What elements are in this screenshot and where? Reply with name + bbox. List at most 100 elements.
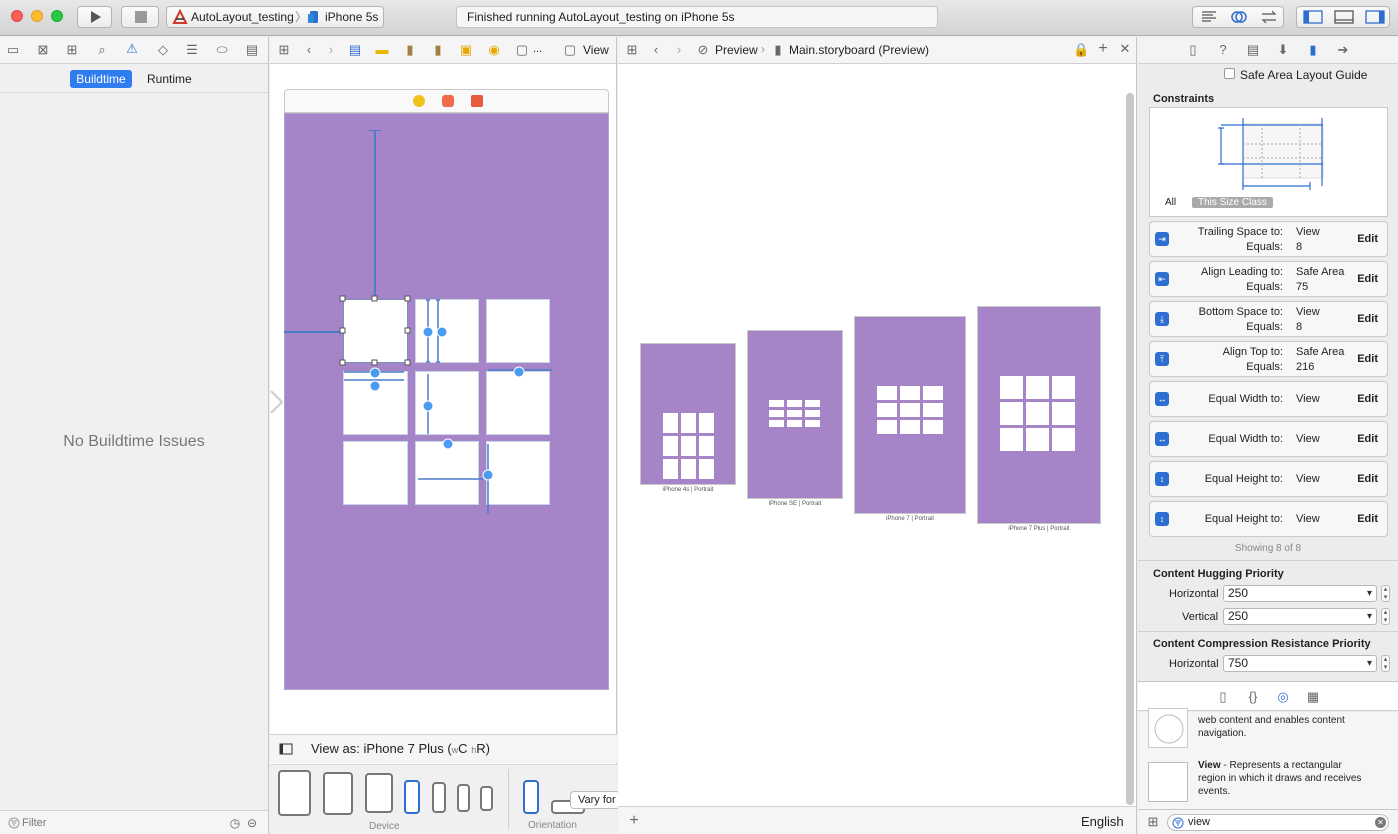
related-items-icon[interactable]: ⊞ xyxy=(276,42,292,58)
report-icon[interactable]: ▤ xyxy=(244,42,260,58)
forward-arrow-icon[interactable]: › xyxy=(323,42,339,58)
iphone-7-icon[interactable] xyxy=(432,782,446,813)
stop-button[interactable] xyxy=(121,6,159,28)
leading-constraint-line[interactable] xyxy=(284,331,344,333)
close-editor-icon[interactable]: ✕ xyxy=(1117,41,1133,57)
add-preview-device-icon[interactable]: + xyxy=(626,813,642,829)
library-item-webkit-view[interactable]: web content and enables content navigati… xyxy=(1138,708,1398,760)
media-library-icon[interactable]: ▦ xyxy=(1305,689,1321,705)
file-template-icon[interactable]: ▯ xyxy=(1215,689,1231,705)
issues-only-filter-icon[interactable]: ⊝ xyxy=(244,815,260,831)
project-file-icon[interactable]: ▤ xyxy=(347,42,363,58)
library-search-field[interactable]: view ✕ xyxy=(1167,814,1389,831)
ipad-icon[interactable] xyxy=(365,773,393,813)
grid-view-icon[interactable]: ⊞ xyxy=(1145,814,1161,830)
constraint-row[interactable]: ⤒ Align Top to: Safe Area Equals: 216 Edit xyxy=(1149,341,1388,377)
compression-horizontal-select[interactable]: 750 xyxy=(1223,655,1377,672)
vary-for-traits-button[interactable]: Vary for xyxy=(570,791,620,809)
top-constraint-line[interactable] xyxy=(374,130,376,298)
constraint-row[interactable]: ⇥ Trailing Space to: View Equals: 8 Edit xyxy=(1149,221,1388,257)
view-controller-icon[interactable]: ◉ xyxy=(486,42,502,58)
forward-arrow-icon[interactable]: › xyxy=(671,42,687,58)
constraint-row[interactable]: ↕ Equal Height to: View Edit xyxy=(1149,461,1388,497)
source-control-icon[interactable]: ⊠ xyxy=(35,42,51,58)
assistant-editor-icon[interactable] xyxy=(1229,9,1249,25)
view-icon[interactable]: ▢ xyxy=(514,42,530,58)
jump-preview-label[interactable]: Preview xyxy=(715,43,758,57)
debug-area-toggle-icon[interactable] xyxy=(1333,9,1355,25)
recent-filter-icon[interactable]: ◷ xyxy=(227,815,243,831)
storyboard-file-icon[interactable]: ▮ xyxy=(770,42,786,58)
add-editor-icon[interactable]: + xyxy=(1095,41,1111,57)
iphone-se-icon[interactable] xyxy=(457,784,470,812)
ipad-pro-10-icon[interactable] xyxy=(323,772,353,815)
preview-icon[interactable]: ⊘ xyxy=(695,42,711,58)
buildtime-tab[interactable]: Buildtime xyxy=(70,70,132,88)
iphone-7-plus-icon[interactable] xyxy=(404,780,420,814)
compression-horizontal-stepper[interactable]: ▴ ▾ xyxy=(1381,655,1390,672)
connections-inspector-icon[interactable]: ➔ xyxy=(1335,42,1351,58)
minimize-window-button[interactable] xyxy=(31,10,43,22)
attributes-inspector-icon[interactable]: ⬇ xyxy=(1275,42,1291,58)
constraint-edit-button[interactable]: Edit xyxy=(1357,233,1378,245)
view-as-bar[interactable]: View as: iPhone 7 Plus (wC hR) xyxy=(270,734,617,763)
constraint-row[interactable]: ↔ Equal Width to: View Edit xyxy=(1149,381,1388,417)
back-arrow-icon[interactable]: ‹ xyxy=(648,42,664,58)
hugging-vertical-select[interactable]: 250 xyxy=(1223,608,1377,625)
folder-icon[interactable]: ▭ xyxy=(5,42,21,58)
iphone-4s-icon[interactable] xyxy=(480,786,493,811)
debug-navigator-icon[interactable]: ☰ xyxy=(184,42,200,58)
back-arrow-icon[interactable]: ‹ xyxy=(301,42,317,58)
hugging-horizontal-select[interactable]: 250 xyxy=(1223,585,1377,602)
hugging-horizontal-stepper[interactable]: ▴ ▾ xyxy=(1381,585,1390,602)
ipad-pro-12-icon[interactable] xyxy=(278,770,311,816)
constraint-row[interactable]: ↔ Equal Width to: View Edit xyxy=(1149,421,1388,457)
constraint-edit-button[interactable]: Edit xyxy=(1357,513,1378,525)
scene-icon[interactable]: ▣ xyxy=(458,42,474,58)
constraint-edit-button[interactable]: Edit xyxy=(1357,433,1378,445)
constraint-edit-button[interactable]: Edit xyxy=(1357,393,1378,405)
find-icon[interactable]: ⌕ xyxy=(94,42,110,58)
storyboard-file-icon[interactable]: ▮ xyxy=(402,42,418,58)
symbol-navigator-icon[interactable]: ⊞ xyxy=(64,42,80,58)
navigator-toggle-icon[interactable] xyxy=(1302,9,1324,25)
constraint-row[interactable]: ⇤ Align Leading to: Safe Area Equals: 75 Edit xyxy=(1149,261,1388,297)
quick-help-icon[interactable]: ? xyxy=(1215,42,1231,58)
zoom-window-button[interactable] xyxy=(51,10,63,22)
constraint-row[interactable]: ↕ Equal Height to: View Edit xyxy=(1149,501,1388,537)
scheme-selector[interactable]: AutoLayout_testing 〉 iPhone 5s xyxy=(166,6,384,28)
close-window-button[interactable] xyxy=(11,10,23,22)
folder-icon[interactable]: ▬ xyxy=(374,42,390,58)
breakpoint-icon[interactable]: ⬭ xyxy=(214,42,230,58)
storyboard-file-icon[interactable]: ▮ xyxy=(430,42,446,58)
identity-inspector-icon[interactable]: ▤ xyxy=(1245,42,1261,58)
navigator-filter-input[interactable] xyxy=(22,815,222,831)
clear-search-icon[interactable]: ✕ xyxy=(1375,817,1386,828)
object-library-icon[interactable]: ◎ xyxy=(1275,689,1291,705)
size-inspector-icon[interactable]: ▮ xyxy=(1305,42,1321,58)
constraint-row[interactable]: ⤓ Bottom Space to: View Equals: 8 Edit xyxy=(1149,301,1388,337)
hugging-vertical-stepper[interactable]: ▴ ▾ xyxy=(1381,608,1390,625)
view-controller-icon[interactable] xyxy=(413,95,425,107)
standard-editor-icon[interactable] xyxy=(1199,9,1219,25)
constraints-diagram[interactable]: All This Size Class xyxy=(1149,107,1388,217)
code-snippet-icon[interactable]: {} xyxy=(1245,689,1261,705)
library-item-view[interactable]: View - Represents a rectangular region i… xyxy=(1138,754,1398,810)
first-responder-icon[interactable] xyxy=(442,95,454,107)
portrait-orientation-icon[interactable] xyxy=(523,780,539,814)
constraints-size-class-tab[interactable]: This Size Class xyxy=(1192,197,1273,208)
document-outline-toggle-icon[interactable] xyxy=(279,743,293,755)
view-icon[interactable]: ▢ xyxy=(562,42,578,58)
jump-file-label[interactable]: Main.storyboard (Preview) xyxy=(789,43,929,57)
file-inspector-icon[interactable]: ▯ xyxy=(1185,42,1201,58)
run-button[interactable] xyxy=(77,6,112,28)
safe-area-checkbox[interactable] xyxy=(1224,68,1235,79)
runtime-tab[interactable]: Runtime xyxy=(141,70,198,88)
preview-language-button[interactable]: English xyxy=(1081,814,1124,829)
exit-icon[interactable] xyxy=(471,95,483,107)
lock-icon[interactable]: 🔒 xyxy=(1073,42,1089,58)
jump-bar-view-label[interactable]: View xyxy=(583,43,609,57)
constraint-edit-button[interactable]: Edit xyxy=(1357,353,1378,365)
test-navigator-icon[interactable]: ◇ xyxy=(155,42,171,58)
constraint-edit-button[interactable]: Edit xyxy=(1357,473,1378,485)
